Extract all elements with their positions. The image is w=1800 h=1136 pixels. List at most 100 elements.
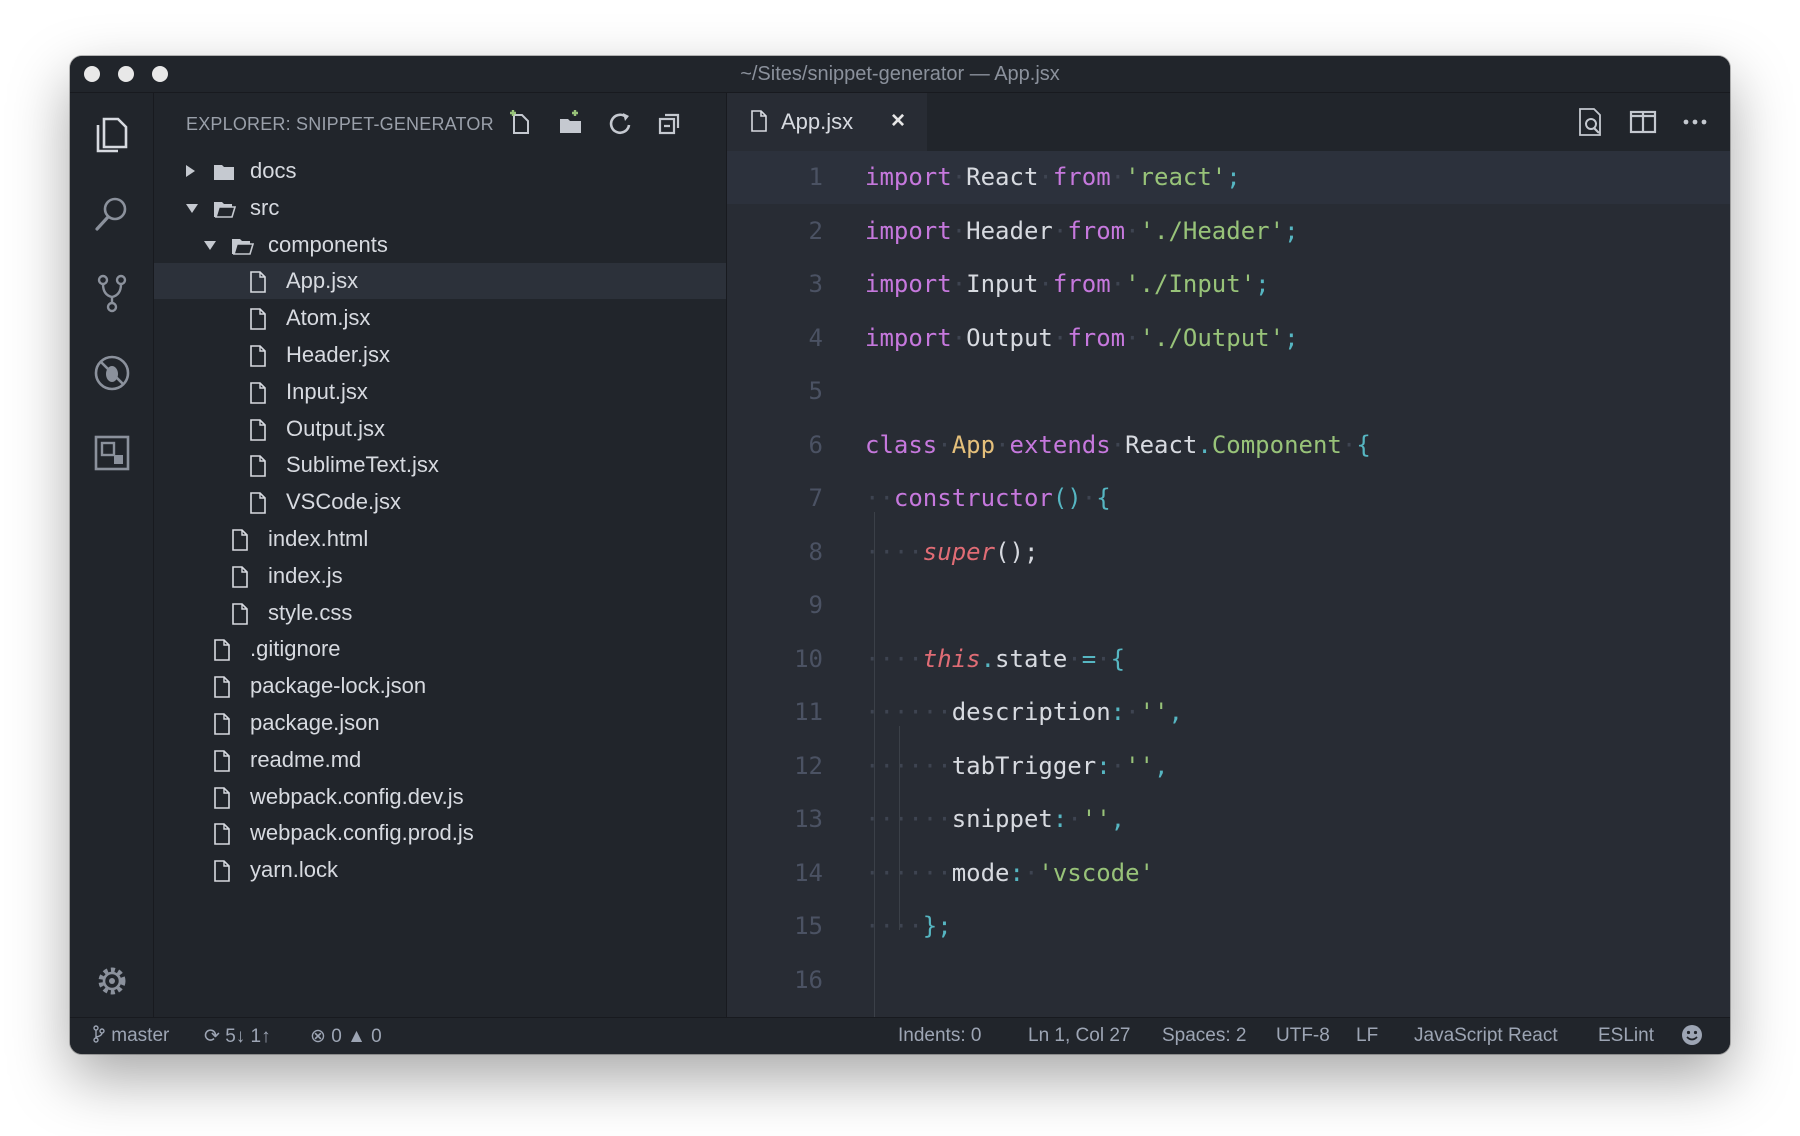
file-item[interactable]: package-lock.json xyxy=(154,668,726,704)
source-control-icon[interactable] xyxy=(90,271,134,315)
spaces-indicator[interactable]: Spaces: 2 xyxy=(1162,1025,1247,1047)
code-line[interactable]: 3 import·Input·from·'./Input'; xyxy=(727,258,1730,311)
explorer-sidebar: EXPLORER: SNIPPET-GENERATOR docs src compo… xyxy=(154,93,727,1018)
code-text: import·React·from·'react'; xyxy=(865,151,1241,204)
folder-item[interactable]: components xyxy=(154,227,726,263)
explorer-icon[interactable] xyxy=(90,113,134,157)
code-line[interactable]: 9 xyxy=(727,579,1730,632)
code-token: · xyxy=(1038,163,1053,191)
file-item[interactable]: SublimeText.jsx xyxy=(154,447,726,483)
code-line[interactable]: 10 ····this.state·=·{ xyxy=(727,633,1730,686)
folder-item[interactable]: docs xyxy=(154,153,726,189)
code-token: }; xyxy=(922,912,952,940)
smiley-icon[interactable] xyxy=(1680,1023,1704,1053)
eol-indicator[interactable]: LF xyxy=(1356,1025,1378,1047)
search-icon[interactable] xyxy=(90,191,134,235)
chevron-down-icon[interactable] xyxy=(186,203,198,213)
file-item[interactable]: yarn.lock xyxy=(154,852,726,888)
file-icon xyxy=(246,306,270,330)
extensions-icon[interactable] xyxy=(90,431,134,475)
file-item[interactable]: index.js xyxy=(154,558,726,594)
code-line[interactable]: 15 ····}; xyxy=(727,900,1730,953)
branch-indicator[interactable]: master xyxy=(92,1025,169,1047)
problems-indicator[interactable]: ⊗ 0 ▲ 0 xyxy=(310,1025,382,1048)
code-line[interactable]: 4 import·Output·from·'./Output'; xyxy=(727,312,1730,365)
code-token: from xyxy=(1052,270,1111,298)
folder-item[interactable]: src xyxy=(154,190,726,226)
warning-count: 0 xyxy=(371,1026,382,1047)
line-number: 14 xyxy=(794,858,823,887)
code-token: = xyxy=(1081,644,1097,673)
code-line[interactable]: 6 class·App·extends·React.Component·{ xyxy=(727,419,1730,472)
gear-icon[interactable] xyxy=(90,959,134,1003)
language-mode[interactable]: JavaScript React xyxy=(1414,1025,1558,1047)
code-text: class·App·extends·React.Component·{ xyxy=(865,419,1371,472)
file-icon xyxy=(210,858,234,882)
file-item[interactable]: .gitignore xyxy=(154,631,726,667)
file-item[interactable]: package.json xyxy=(154,705,726,741)
file-item[interactable]: Input.jsx xyxy=(154,374,726,410)
file-item[interactable]: App.jsx xyxy=(154,263,726,300)
code-area[interactable]: 1 import·React·from·'react'; 2 import·Heade… xyxy=(727,151,1730,1018)
indents-indicator[interactable]: Indents: 0 xyxy=(898,1025,981,1047)
cursor-position[interactable]: Ln 1, Col 27 xyxy=(1028,1025,1130,1047)
sync-indicator[interactable]: ⟳ 5↓ 1↑ xyxy=(204,1025,271,1048)
file-icon xyxy=(228,564,252,588)
code-line[interactable]: 1 import·React·from·'react'; xyxy=(727,151,1730,204)
code-line[interactable]: 12 ······tabTrigger:·'', xyxy=(727,740,1730,793)
tab-app-jsx[interactable]: App.jsx × xyxy=(727,93,927,151)
file-item[interactable]: webpack.config.dev.js xyxy=(154,779,726,815)
chevron-right-icon[interactable] xyxy=(186,165,195,177)
file-item[interactable]: Header.jsx xyxy=(154,337,726,373)
sync-counts: 5↓ 1↑ xyxy=(225,1026,271,1047)
file-item[interactable]: Output.jsx xyxy=(154,411,726,447)
code-line[interactable]: 14 ······mode:·'vscode' xyxy=(727,847,1730,900)
code-token: · xyxy=(1110,751,1126,780)
chevron-down-icon[interactable] xyxy=(204,240,216,250)
file-icon xyxy=(210,637,234,662)
more-icon[interactable] xyxy=(1678,105,1712,139)
eslint-indicator[interactable]: ESLint xyxy=(1598,1025,1654,1047)
code-token: · xyxy=(1052,323,1068,352)
new-folder-icon[interactable] xyxy=(554,107,586,139)
find-icon[interactable] xyxy=(1574,105,1608,139)
file-item[interactable]: webpack.config.prod.js xyxy=(154,815,726,851)
code-token: ······ xyxy=(865,805,952,833)
code-line[interactable]: 8 ····super(); xyxy=(727,526,1730,579)
tree-item-label: package-lock.json xyxy=(250,673,427,699)
tree-item-label: .gitignore xyxy=(250,636,341,662)
code-line[interactable]: 5 xyxy=(727,365,1730,418)
code-line[interactable]: 16 xyxy=(727,954,1730,1007)
code-line[interactable]: 13 ······snippet:·'', xyxy=(727,793,1730,846)
debug-icon[interactable] xyxy=(90,351,134,395)
indent-guide xyxy=(874,512,875,1018)
tree-item-label: index.html xyxy=(268,526,369,551)
file-item[interactable]: style.css xyxy=(154,595,726,631)
code-text: ······tabTrigger:·'', xyxy=(865,740,1168,793)
file-item[interactable]: readme.md xyxy=(154,742,726,778)
code-token: · xyxy=(1023,858,1039,887)
code-line[interactable]: 2 import·Header·from·'./Header'; xyxy=(727,205,1730,258)
code-token: snippet xyxy=(951,805,1053,833)
code-token: tabTrigger xyxy=(951,751,1097,780)
encoding-indicator[interactable]: UTF-8 xyxy=(1276,1025,1330,1047)
line-number: 4 xyxy=(808,323,823,352)
split-editor-icon[interactable] xyxy=(1626,105,1660,139)
close-tab-button[interactable]: × xyxy=(891,107,905,135)
new-file-icon[interactable] xyxy=(504,107,536,139)
file-item[interactable]: VSCode.jsx xyxy=(154,484,726,520)
code-line[interactable]: 7 ··constructor()·{ xyxy=(727,472,1730,525)
tree-item-label: SublimeText.jsx xyxy=(286,452,439,478)
file-item[interactable]: Atom.jsx xyxy=(154,300,726,336)
tree-item-label: docs xyxy=(250,158,297,183)
refresh-icon[interactable] xyxy=(604,107,636,139)
file-item[interactable]: index.html xyxy=(154,521,726,557)
code-token: super xyxy=(922,537,996,566)
code-token: import xyxy=(865,323,952,352)
code-token: ······ xyxy=(865,751,952,780)
code-token: , xyxy=(1110,805,1126,833)
collapse-all-icon[interactable] xyxy=(654,107,686,139)
line-number: 1 xyxy=(808,163,823,191)
code-line[interactable]: 11 ······description:·'', xyxy=(727,686,1730,739)
code-token: description xyxy=(951,698,1111,726)
